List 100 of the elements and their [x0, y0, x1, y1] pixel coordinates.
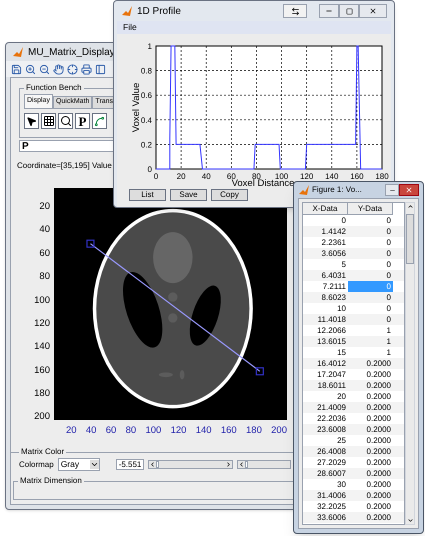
line-tool-button[interactable]: [92, 113, 107, 129]
dropdown-icon: [90, 460, 99, 470]
table-cell[interactable]: 0.2000: [348, 402, 393, 413]
table-cell[interactable]: 0.2000: [348, 479, 393, 490]
panel-icon[interactable]: [94, 62, 107, 76]
axis-tick-label: 40: [202, 172, 211, 181]
axis-title: Voxel Distance: [232, 178, 294, 189]
table-cell[interactable]: 0.2000: [348, 446, 393, 457]
table-cell[interactable]: 0: [348, 215, 393, 226]
axis-tick-label: 180: [375, 172, 389, 181]
action-button[interactable]: Copy: [211, 189, 248, 201]
table-cell[interactable]: 0.2000: [348, 369, 393, 380]
table-cell-text: 25: [336, 435, 347, 446]
action-button[interactable]: Save: [170, 189, 207, 201]
table-cell[interactable]: 0: [348, 292, 393, 303]
app-logo-icon: [121, 5, 133, 17]
table-cell[interactable]: 0: [348, 259, 393, 270]
axis-tick-label: 40: [39, 225, 50, 235]
table-cell[interactable]: 1: [348, 325, 393, 336]
range-scrollbar[interactable]: [237, 460, 291, 470]
table-cell[interactable]: 0: [348, 314, 393, 325]
table-cell[interactable]: 0.2000: [348, 512, 393, 523]
hand-icon: [53, 64, 64, 74]
group-title: Matrix Color: [20, 446, 66, 458]
table-cell[interactable]: 1: [348, 347, 393, 358]
column-header[interactable]: X-Data: [303, 203, 348, 215]
close-button[interactable]: [359, 4, 387, 18]
table-cell-text: 6.4031: [320, 270, 347, 281]
save-icon[interactable]: [10, 62, 23, 76]
scroll-down-icon[interactable]: [406, 517, 414, 524]
axis-tick-label: 180: [34, 389, 50, 398]
coordinate-readout: Coordinate=[35,195] Value: [17, 160, 112, 172]
axis-tick-label: 20: [39, 202, 50, 212]
range-field[interactable]: -5.551: [116, 459, 144, 470]
axis-tick-label: 1: [148, 42, 152, 51]
table-cell[interactable]: 1: [348, 336, 393, 347]
axis-tick-label: 0.6: [140, 91, 152, 100]
zoom-out-icon[interactable]: [38, 62, 51, 76]
axis-tick-label: 60: [39, 248, 50, 258]
axis-tick-label: 60: [106, 424, 116, 438]
table-cell[interactable]: 0: [348, 303, 393, 314]
table-cell[interactable]: 0.2000: [348, 490, 393, 501]
print-icon[interactable]: [80, 62, 93, 76]
range-scrollbar[interactable]: [148, 460, 234, 470]
axis-tick-label: 160: [34, 366, 50, 376]
table-cell[interactable]: 0: [348, 248, 393, 259]
minimize-button[interactable]: [385, 184, 399, 196]
table-cell[interactable]: 0: [348, 226, 393, 237]
close-button[interactable]: [399, 184, 419, 196]
table-cell[interactable]: 0.2000: [348, 468, 393, 479]
table-cell[interactable]: 0: [348, 237, 393, 248]
column-header[interactable]: Y-Data: [348, 203, 393, 215]
scroll-thumb[interactable]: [406, 214, 414, 264]
axis-tick-label: 0.4: [140, 116, 152, 125]
table-cell[interactable]: 0.2000: [348, 413, 393, 424]
table-cell[interactable]: 0.2000: [348, 358, 393, 369]
table-cell[interactable]: 0.2000: [348, 501, 393, 512]
scroll-left-icon[interactable]: [238, 461, 246, 468]
crosshair-icon[interactable]: [66, 62, 79, 76]
axis-tick-label: 100: [274, 172, 288, 181]
colormap-label: Colormap: [19, 458, 54, 471]
axis-tick-label: 60: [226, 172, 236, 181]
search-tool-button[interactable]: [58, 113, 73, 129]
axis-tick-label: 80: [39, 272, 50, 282]
axis-tick-label: 100: [145, 424, 162, 438]
close-icon: [369, 7, 377, 15]
zoom-in-icon[interactable]: [24, 62, 37, 76]
dock-button[interactable]: [283, 4, 307, 18]
table-cell[interactable]: 0.2000: [348, 391, 393, 402]
table-cell-text: 8.6023: [320, 292, 347, 303]
group-title: Matrix Dimension: [19, 475, 83, 488]
table-cell[interactable]: 0.2000: [348, 435, 393, 446]
profile-tool-button[interactable]: P: [75, 113, 90, 129]
app-logo-icon: [298, 184, 310, 196]
scroll-left-icon[interactable]: [149, 461, 156, 468]
table-cell-text: 30: [336, 479, 347, 490]
search-icon: [60, 115, 72, 127]
grid-tool-button[interactable]: [41, 113, 56, 129]
axis-tick-label: 140: [34, 342, 50, 352]
axis-tick-label: 20: [176, 172, 186, 181]
table-cell-text: 2.2361: [320, 237, 347, 248]
menu-item[interactable]: File: [123, 21, 137, 34]
table-cell[interactable]: 0.2000: [348, 380, 393, 391]
hand-icon[interactable]: [52, 62, 65, 76]
line-icon: [94, 116, 105, 126]
table-cell[interactable]: 0: [348, 270, 393, 281]
action-button[interactable]: List: [129, 189, 166, 201]
table-cell[interactable]: 0.2000: [348, 457, 393, 468]
table-cell-text: 15: [336, 347, 347, 358]
colormap-select[interactable]: Gray: [58, 458, 100, 472]
table-cell-text: 18.6011: [316, 380, 347, 391]
axis-tick-label: 20: [66, 424, 77, 438]
table-cell[interactable]: 0.2000: [348, 424, 393, 435]
pointer-tool-button[interactable]: [24, 113, 39, 129]
maximize-button[interactable]: [339, 4, 359, 18]
scroll-up-icon[interactable]: [406, 203, 414, 210]
axis-tick-label: 80: [126, 424, 136, 438]
scroll-right-icon[interactable]: [225, 461, 232, 468]
vertical-scrollbar[interactable]: [405, 202, 415, 525]
axis-tick-label: 160: [350, 172, 364, 181]
